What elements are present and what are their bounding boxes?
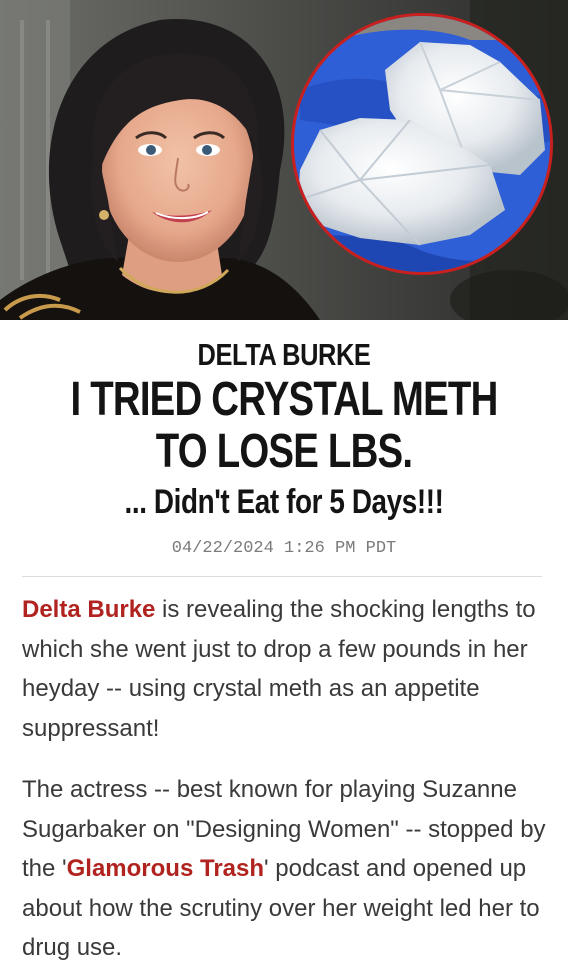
kicker-name: DELTA BURKE	[197, 337, 371, 372]
subheadline: ... Didn't Eat for 5 Days!!!	[124, 483, 444, 521]
article-paragraph-1: Delta Burke is revealing the shocking le…	[22, 590, 552, 748]
headline-block: DELTA BURKE I TRIED CRYSTAL METH TO LOSE…	[0, 336, 568, 524]
headline-line-2: TO LOSE LBS.	[155, 425, 413, 478]
hero-illustration	[0, 0, 568, 320]
hero-image	[0, 0, 568, 320]
glamorous-trash-link[interactable]: Glamorous Trash	[67, 855, 264, 882]
article-paragraph-2: The actress -- best known for playing Su…	[22, 770, 552, 968]
divider	[22, 576, 542, 577]
delta-burke-link[interactable]: Delta Burke	[22, 596, 155, 623]
headline-line-1: I TRIED CRYSTAL METH	[70, 373, 498, 426]
article-timestamp: 04/22/2024 1:26 PM PDT	[171, 539, 397, 558]
